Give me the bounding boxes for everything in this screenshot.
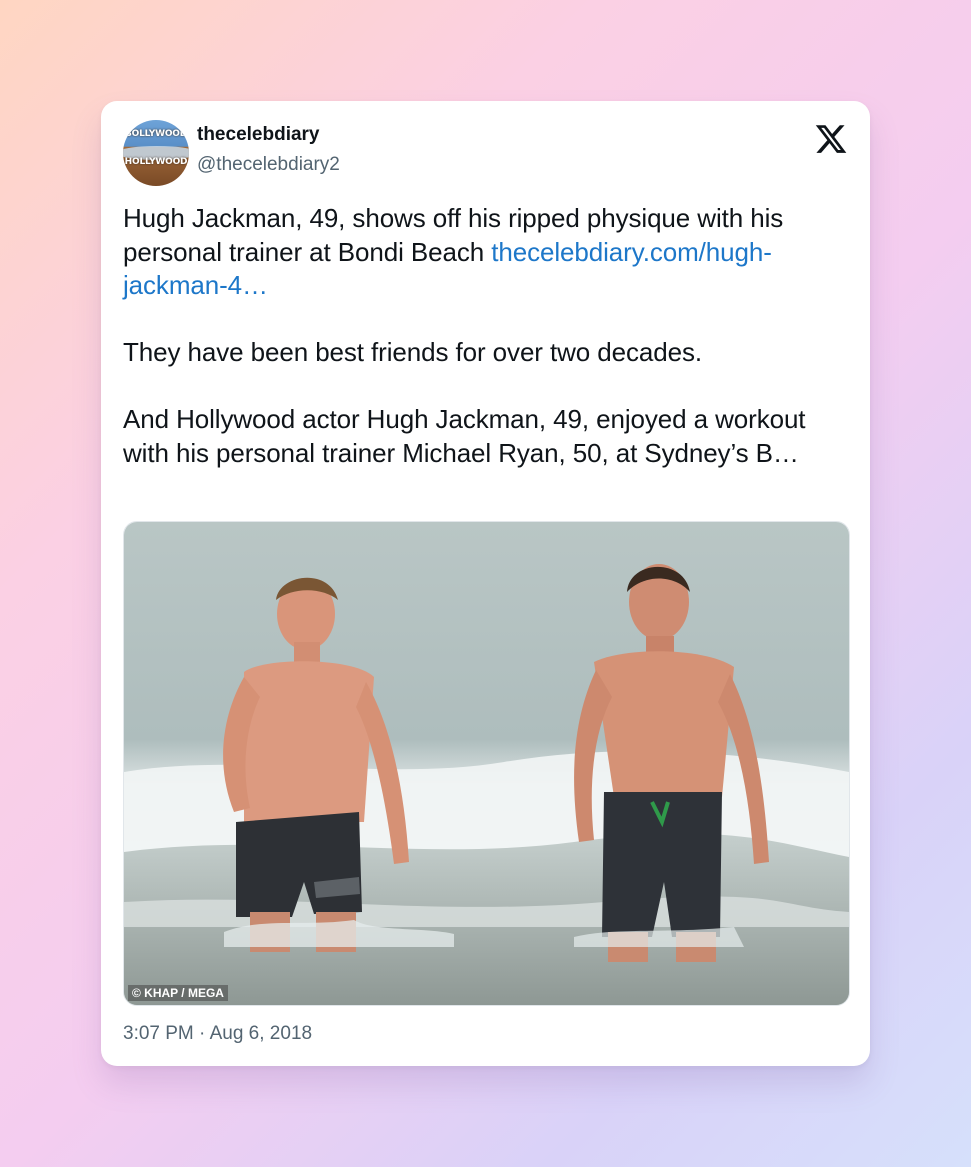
- avatar[interactable]: BOLLYWOOD HOLLYWOOD: [123, 120, 189, 186]
- tweet-paragraph-2: They have been best friends for over two…: [123, 337, 702, 367]
- tweet-paragraph-3: And Hollywood actor Hugh Jackman, 49, en…: [123, 404, 806, 468]
- tweet-header: BOLLYWOOD HOLLYWOOD thecelebdiary @thece…: [123, 120, 848, 186]
- tweet-paragraph-1: Hugh Jackman, 49, shows off his ripped p…: [123, 202, 853, 303]
- avatar-sign-top: BOLLYWOOD: [125, 129, 187, 139]
- tweet-card: BOLLYWOOD HOLLYWOOD thecelebdiary @thece…: [101, 101, 870, 1066]
- x-logo-icon[interactable]: [814, 122, 848, 156]
- tweet-text: Hugh Jackman, 49, shows off his ripped p…: [123, 202, 853, 470]
- avatar-sign-bottom: HOLLYWOOD: [124, 157, 188, 167]
- tweet-timestamp[interactable]: 3:07 PM · Aug 6, 2018: [123, 1023, 312, 1045]
- beach-photo-illustration: [124, 522, 849, 1005]
- photo-credit: © KHAP / MEGA: [128, 985, 228, 1001]
- tweet-photo[interactable]: © KHAP / MEGA: [123, 521, 850, 1006]
- author-handle[interactable]: @thecelebdiary2: [197, 154, 340, 176]
- author-display-name[interactable]: thecelebdiary: [197, 124, 320, 146]
